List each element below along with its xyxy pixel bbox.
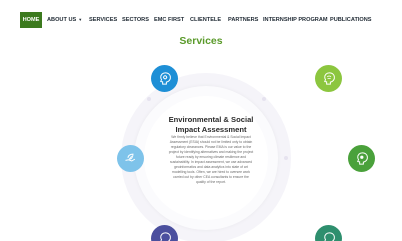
head-mind-icon xyxy=(357,152,368,165)
nav-item-emc-first[interactable]: EMC FIRST xyxy=(154,12,184,28)
nav-item-partners[interactable]: PARTNERS xyxy=(228,12,258,28)
head-mind-icon xyxy=(324,232,335,241)
nav-item-services[interactable]: SERVICES xyxy=(89,12,117,28)
service-title: Environmental & Social Impact Assessment xyxy=(168,115,254,134)
head-mind-icon xyxy=(160,72,171,85)
nav-item-label: ABOUT US xyxy=(47,17,77,23)
head-mind-icon xyxy=(160,232,171,241)
head-mind-icon xyxy=(324,72,335,85)
nav-item-publications[interactable]: PUBLICATIONS xyxy=(330,12,372,28)
top-nav: HOME ABOUT US ▼ SERVICES SECTORS EMC FIRS… xyxy=(0,0,402,40)
service-description: We firmly believe that Environmental & S… xyxy=(168,135,254,184)
service-icon-bottom-right[interactable] xyxy=(315,225,342,241)
service-icon-top-left[interactable] xyxy=(151,65,178,92)
service-icon-middle-right[interactable] xyxy=(348,145,375,172)
page-title: Services xyxy=(179,35,223,47)
ring-dot xyxy=(262,97,266,101)
nav-item-internship-program[interactable]: INTERNSHIP PROGRAM xyxy=(263,12,328,28)
service-icon-top-right[interactable] xyxy=(315,65,342,92)
nav-item-clientele[interactable]: CLIENTELE xyxy=(190,12,221,28)
nav-item-about-us[interactable]: ABOUT US ▼ xyxy=(47,12,82,28)
hand-leaf-icon xyxy=(125,153,136,162)
chevron-down-icon: ▼ xyxy=(78,17,83,22)
ring-dot xyxy=(147,97,151,101)
nav-item-sectors[interactable]: SECTORS xyxy=(122,12,149,28)
ring-dot xyxy=(284,156,288,160)
nav-item-home[interactable]: HOME xyxy=(20,12,42,28)
service-icon-middle-left[interactable] xyxy=(117,145,144,172)
